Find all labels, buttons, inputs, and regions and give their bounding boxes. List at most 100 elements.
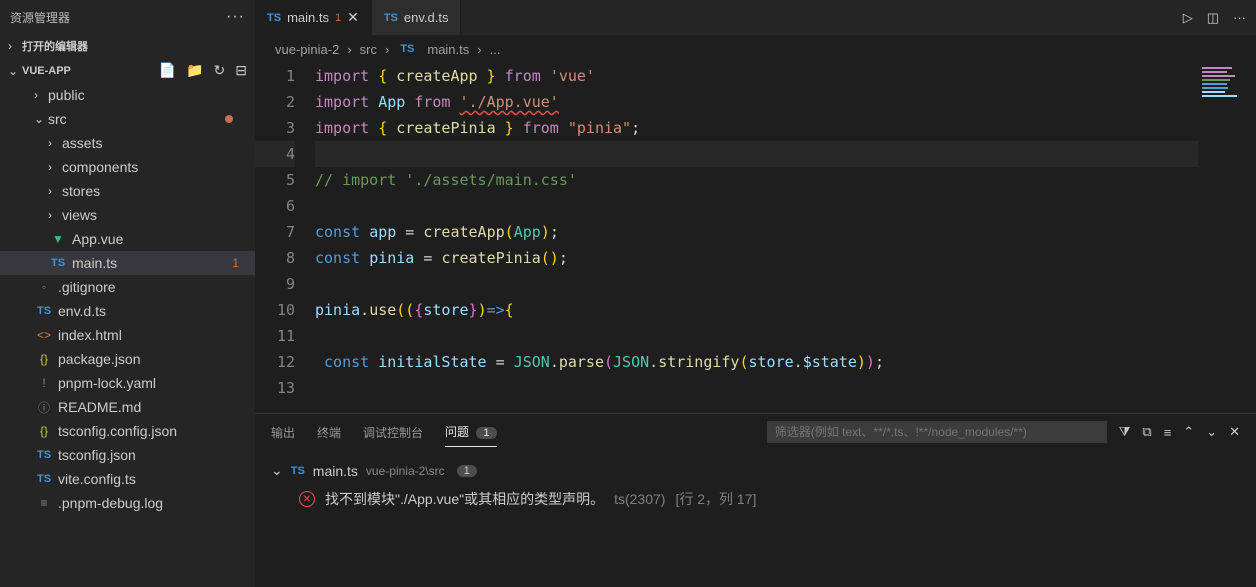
file-item[interactable]: <>index.html xyxy=(0,323,255,347)
breadcrumb[interactable]: vue-pinia-2 src TS main.ts ... xyxy=(255,35,1256,63)
chevron-down-icon: ⌄ xyxy=(271,462,283,479)
open-editors-label: 打开的编辑器 xyxy=(22,38,88,54)
code-line[interactable]: const initialState = JSON.parse(JSON.str… xyxy=(315,349,1256,375)
editor-tab[interactable]: TSenv.d.ts xyxy=(372,0,462,35)
chevron-icon: › xyxy=(34,88,48,102)
tree-item-label: package.json xyxy=(58,351,141,367)
folder-item[interactable]: ›components xyxy=(0,155,255,179)
file-item[interactable]: !pnpm-lock.yaml xyxy=(0,371,255,395)
editor-area: TS main.ts 1 ✕ TSenv.d.ts ▷ ◫ ··· vue-pinia-… xyxy=(255,0,1256,587)
code-line[interactable] xyxy=(315,271,1256,297)
problem-file-name: main.ts xyxy=(313,463,358,479)
folder-item[interactable]: ›stores xyxy=(0,179,255,203)
gray-icon: ◦ xyxy=(34,280,54,294)
file-item[interactable]: {} tsconfig.config.json xyxy=(0,419,255,443)
open-editors-section[interactable]: › 打开的编辑器 xyxy=(0,34,255,58)
editor-tab[interactable]: TSmain.ts1✕ xyxy=(255,0,372,35)
tree-item-label: .pnpm-debug.log xyxy=(58,495,163,511)
file-tree: ›public⌄src›assets›components›stores›vie… xyxy=(0,83,255,587)
crumb[interactable]: main.ts xyxy=(427,42,469,57)
tree-item-label: README.md xyxy=(58,399,141,415)
problem-file-group[interactable]: ⌄ TS main.ts vue-pinia-2\src 1 xyxy=(271,458,1240,483)
code-line[interactable]: pinia.use(({store})=>{ xyxy=(315,297,1256,323)
file-item[interactable]: ≡ .pnpm-debug.log xyxy=(0,491,255,515)
tree-item-label: tsconfig.config.json xyxy=(58,423,177,439)
panel-tab-terminal[interactable]: 终端 xyxy=(317,418,341,447)
expand-down-icon[interactable]: ⌄ xyxy=(1206,424,1217,440)
file-item[interactable]: TSmain.ts1 xyxy=(0,251,255,275)
code-line[interactable]: import { createApp } from 'vue' xyxy=(315,63,1256,89)
crumb[interactable]: src xyxy=(360,42,377,57)
json-icon: {} xyxy=(34,424,54,438)
gray-icon: ⓘ xyxy=(34,399,54,416)
code-line[interactable]: const pinia = createPinia(); xyxy=(315,245,1256,271)
refresh-icon[interactable]: ↻ xyxy=(214,62,226,79)
filter-icon[interactable]: ⧩ xyxy=(1119,424,1131,440)
chevron-icon: › xyxy=(48,136,62,150)
file-item[interactable]: ⓘREADME.md xyxy=(0,395,255,419)
file-item[interactable]: {} package.json xyxy=(0,347,255,371)
collapse-up-icon[interactable]: ⌃ xyxy=(1183,424,1194,440)
folder-item[interactable]: ›assets xyxy=(0,131,255,155)
panel-tab-problems[interactable]: 问题 1 xyxy=(445,417,496,447)
code-line[interactable] xyxy=(315,375,1256,401)
folder-item[interactable]: ›views xyxy=(0,203,255,227)
tree-item-label: public xyxy=(48,87,85,103)
tab-badge: 1 xyxy=(335,12,341,24)
code-line[interactable]: // import './assets/main.css' xyxy=(315,167,1256,193)
tree-item-label: assets xyxy=(62,135,102,151)
crumb[interactable]: ... xyxy=(490,42,501,57)
ts-icon: TS xyxy=(397,43,417,55)
problem-item[interactable]: ✕ 找不到模块"./App.vue"或其相应的类型声明。 ts(2307) [行… xyxy=(271,483,1240,515)
problems-filter-input[interactable] xyxy=(767,421,1107,443)
new-folder-icon[interactable]: 📁 xyxy=(186,62,203,79)
new-file-icon[interactable]: 📄 xyxy=(159,62,176,79)
tree-item-label: stores xyxy=(62,183,100,199)
close-tab-icon[interactable]: ✕ xyxy=(347,9,359,26)
code-line[interactable]: const app = createApp(App); xyxy=(315,219,1256,245)
code-line[interactable] xyxy=(315,193,1256,219)
code-line[interactable] xyxy=(315,323,1256,349)
gray-icon: ≡ xyxy=(34,496,54,510)
close-panel-icon[interactable]: ✕ xyxy=(1229,424,1240,440)
file-item[interactable]: TSvite.config.ts xyxy=(0,467,255,491)
crumb[interactable]: vue-pinia-2 xyxy=(275,42,339,57)
panel-tab-debug[interactable]: 调试控制台 xyxy=(363,418,423,447)
tree-item-label: vite.config.ts xyxy=(58,471,136,487)
bottom-panel: 输出 终端 调试控制台 问题 1 ⧩ ⧉ ≡ ⌃ ⌄ ✕ xyxy=(255,413,1256,587)
more-icon[interactable]: ··· xyxy=(226,8,245,26)
file-item[interactable]: TS tsconfig.json xyxy=(0,443,255,467)
more-actions-icon[interactable]: ··· xyxy=(1233,10,1246,25)
file-item[interactable]: TS env.d.ts xyxy=(0,299,255,323)
tree-item-label: src xyxy=(48,111,67,127)
project-section[interactable]: ⌄ VUE-APP 📄 📁 ↻ ⊟ xyxy=(0,58,255,83)
ts-icon: TS xyxy=(34,449,54,461)
ts-icon: TS xyxy=(34,305,54,317)
split-editor-icon[interactable]: ◫ xyxy=(1207,10,1219,26)
ts-icon: TS xyxy=(384,12,398,24)
copy-icon[interactable]: ⧉ xyxy=(1142,424,1151,440)
code-line[interactable] xyxy=(315,141,1256,167)
problem-badge: 1 xyxy=(232,256,239,270)
collapse-icon[interactable]: ⊟ xyxy=(235,62,247,79)
panel-tab-output[interactable]: 输出 xyxy=(271,418,295,447)
tree-item-label: tsconfig.json xyxy=(58,447,136,463)
code-line[interactable]: import { createPinia } from "pinia"; xyxy=(315,115,1256,141)
file-problem-count: 1 xyxy=(457,465,477,477)
list-icon[interactable]: ≡ xyxy=(1164,425,1172,440)
file-item[interactable]: ▼App.vue xyxy=(0,227,255,251)
tree-item-label: env.d.ts xyxy=(58,303,106,319)
code-line[interactable]: import App from './App.vue' xyxy=(315,89,1256,115)
folder-item[interactable]: ›public xyxy=(0,83,255,107)
problems-count-badge: 1 xyxy=(476,427,496,439)
chevron-icon: › xyxy=(48,160,62,174)
minimap[interactable] xyxy=(1198,63,1256,413)
code-editor[interactable]: 12345678910111213 import { createApp } f… xyxy=(255,63,1256,413)
explorer-header: 资源管理器 ··· xyxy=(0,0,255,34)
project-label: VUE-APP xyxy=(22,65,71,77)
run-icon[interactable]: ▷ xyxy=(1183,10,1193,26)
problem-message: 找不到模块"./App.vue"或其相应的类型声明。 xyxy=(325,489,604,509)
json-icon: {} xyxy=(34,352,54,366)
file-item[interactable]: ◦.gitignore xyxy=(0,275,255,299)
folder-item[interactable]: ⌄src xyxy=(0,107,255,131)
